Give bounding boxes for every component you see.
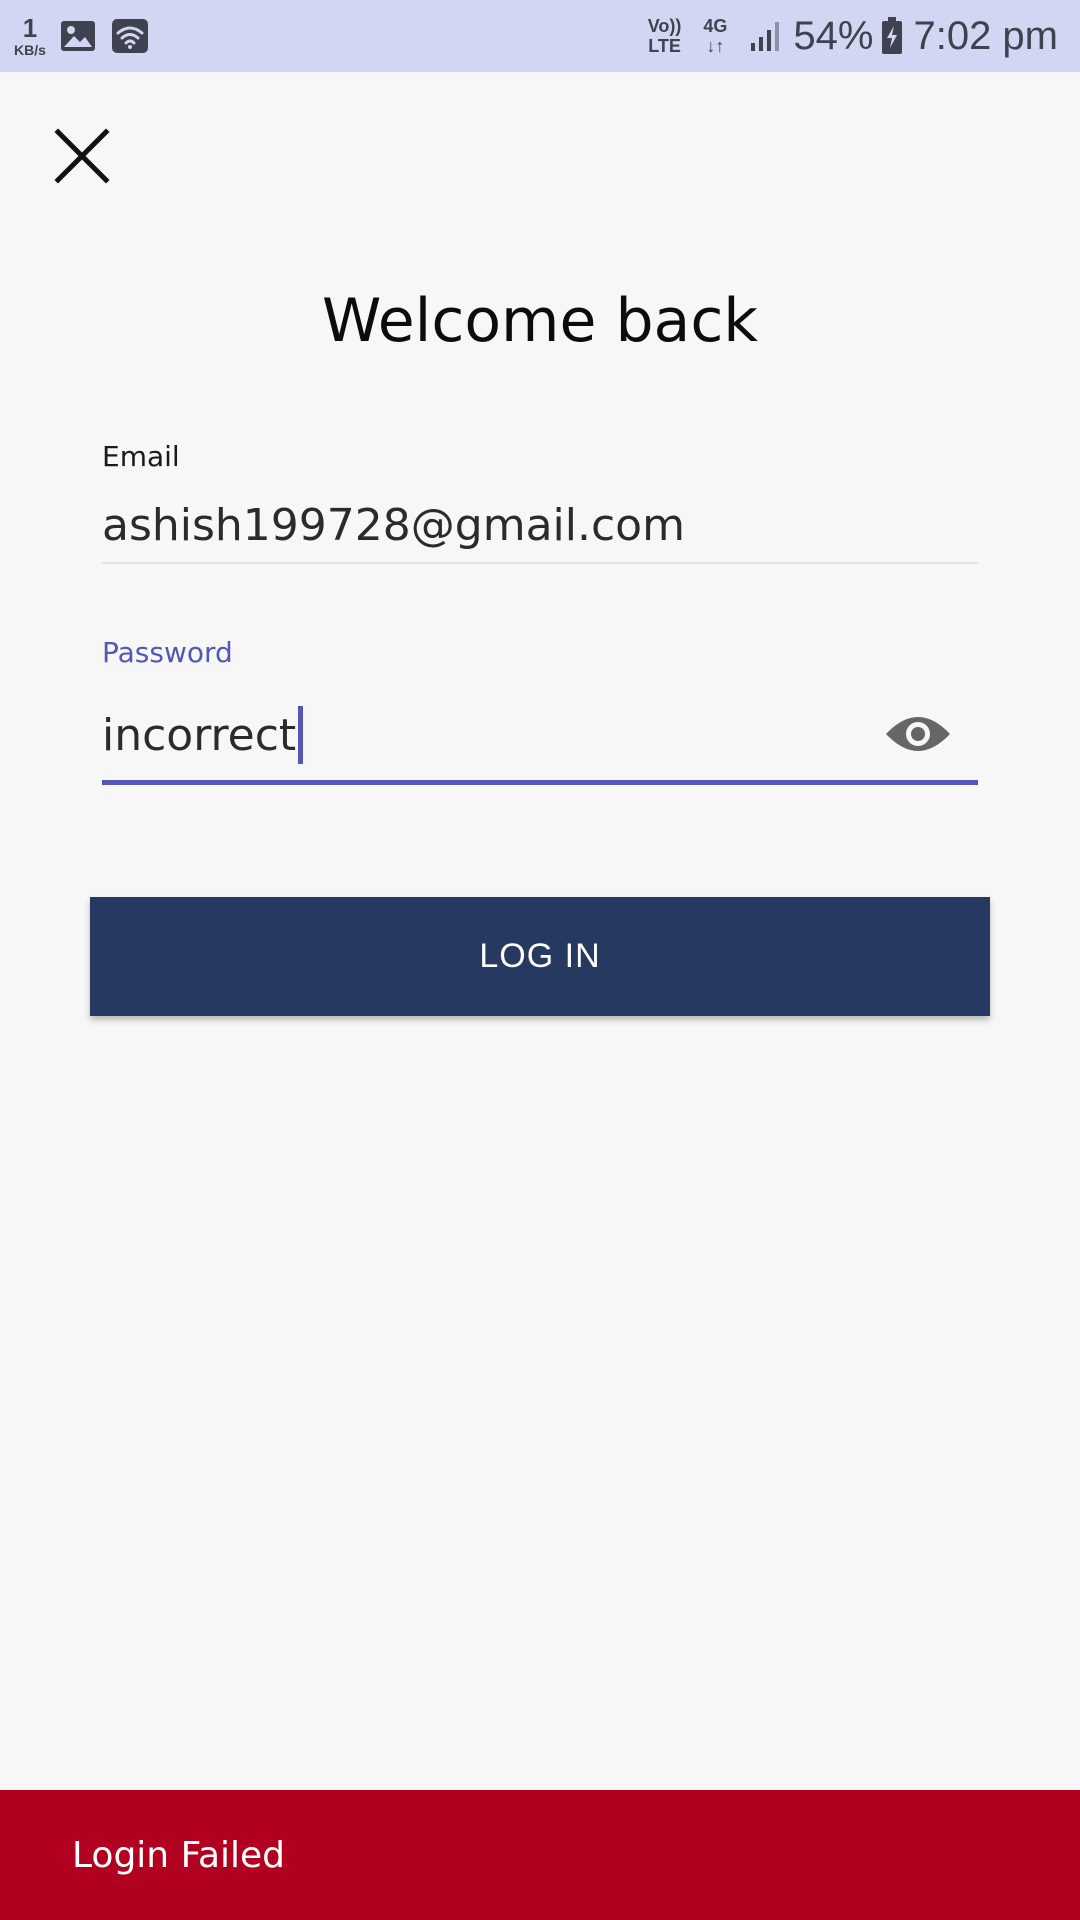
network-speed-unit: KB/s — [14, 42, 46, 58]
page-title: Welcome back — [321, 286, 759, 356]
password-field-underline — [102, 780, 978, 785]
clock: 7:02 pm — [913, 13, 1058, 58]
close-icon[interactable] — [52, 126, 112, 186]
network-type-indicator: 4G ↓↑ — [703, 17, 727, 55]
network-type: 4G — [703, 16, 728, 36]
wifi-icon — [111, 19, 148, 53]
login-button-label: LOG IN — [479, 937, 601, 975]
password-field[interactable]: incorrect — [102, 706, 304, 764]
volte-indicator: Vo)) LTE — [648, 17, 682, 55]
volte-bottom: LTE — [648, 36, 681, 56]
text-cursor — [298, 706, 304, 764]
network-speed: 1 KB/s — [14, 15, 46, 57]
password-field-text: incorrect — [102, 709, 297, 761]
network-arrows: ↓↑ — [706, 36, 725, 56]
network-speed-value: 1 — [22, 13, 38, 43]
error-snackbar: Login Failed — [0, 1790, 1080, 1920]
status-bar-left: 1 KB/s — [14, 0, 164, 72]
image-icon — [60, 21, 95, 51]
email-field-underline — [102, 562, 978, 564]
battery-percent: 54% — [793, 13, 874, 58]
login-button[interactable]: LOG IN — [90, 897, 990, 1016]
volte-top: Vo)) — [647, 16, 682, 36]
eye-icon[interactable] — [884, 710, 952, 758]
status-bar: 1 KB/s Vo)) LTE 4G ↓↑ 54% 7:02 pm — [0, 0, 1080, 72]
battery-charging-icon — [882, 17, 903, 54]
password-label: Password — [102, 636, 233, 669]
email-label: Email — [102, 440, 180, 473]
snackbar-message: Login Failed — [72, 1834, 286, 1876]
status-bar-right: Vo)) LTE 4G ↓↑ 54% 7:02 pm — [648, 0, 1058, 72]
signal-icon — [751, 22, 780, 51]
email-field[interactable]: ashish199728@gmail.com — [102, 500, 685, 551]
